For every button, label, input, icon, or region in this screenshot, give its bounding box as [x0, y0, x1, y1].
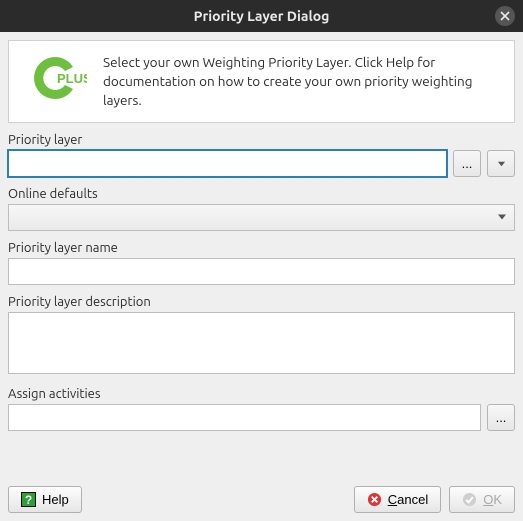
- ok-button-label: OK: [483, 492, 502, 507]
- close-button[interactable]: [495, 6, 515, 26]
- dialog-footer: ? Help Cancel OK: [8, 478, 515, 513]
- online-defaults-select[interactable]: [8, 204, 515, 231]
- cancel-button[interactable]: Cancel: [354, 486, 441, 513]
- help-button[interactable]: ? Help: [8, 486, 82, 513]
- priority-layer-name-input[interactable]: [8, 258, 515, 285]
- chevron-down-icon: [497, 159, 506, 168]
- priority-layer-browse-button[interactable]: ...: [453, 150, 481, 177]
- priority-layer-label: Priority layer: [8, 133, 515, 147]
- priority-layer-dropdown-button[interactable]: [487, 150, 515, 177]
- assign-activities-label: Assign activities: [8, 387, 515, 401]
- help-button-label: Help: [42, 492, 69, 507]
- field-assign-activities: Assign activities ...: [8, 387, 515, 431]
- cancel-button-label: Cancel: [388, 492, 428, 507]
- ok-icon: [462, 492, 477, 507]
- online-defaults-label: Online defaults: [8, 187, 515, 201]
- close-icon: [500, 11, 510, 21]
- priority-layer-name-label: Priority layer name: [8, 241, 515, 255]
- ok-button[interactable]: OK: [449, 486, 515, 513]
- field-priority-layer: Priority layer ...: [8, 133, 515, 177]
- intro-box: PLUS Select your own Weighting Priority …: [8, 40, 515, 123]
- cancel-icon: [367, 492, 382, 507]
- window-title: Priority Layer Dialog: [194, 8, 330, 24]
- assign-activities-browse-button[interactable]: ...: [487, 404, 515, 431]
- titlebar: Priority Layer Dialog: [0, 0, 523, 32]
- cplus-logo: PLUS: [23, 53, 87, 103]
- priority-layer-description-label: Priority layer description: [8, 295, 515, 309]
- field-priority-layer-name: Priority layer name: [8, 241, 515, 285]
- priority-layer-description-input[interactable]: [8, 312, 515, 374]
- svg-text:PLUS: PLUS: [57, 71, 87, 86]
- footer-spacer: [90, 486, 346, 513]
- intro-text: Select your own Weighting Priority Layer…: [103, 53, 500, 110]
- priority-layer-input[interactable]: [8, 150, 447, 177]
- assign-activities-input[interactable]: [8, 404, 481, 431]
- dialog-body: PLUS Select your own Weighting Priority …: [0, 32, 523, 521]
- help-icon: ?: [21, 492, 36, 507]
- field-priority-layer-description: Priority layer description: [8, 295, 515, 377]
- field-online-defaults: Online defaults: [8, 187, 515, 231]
